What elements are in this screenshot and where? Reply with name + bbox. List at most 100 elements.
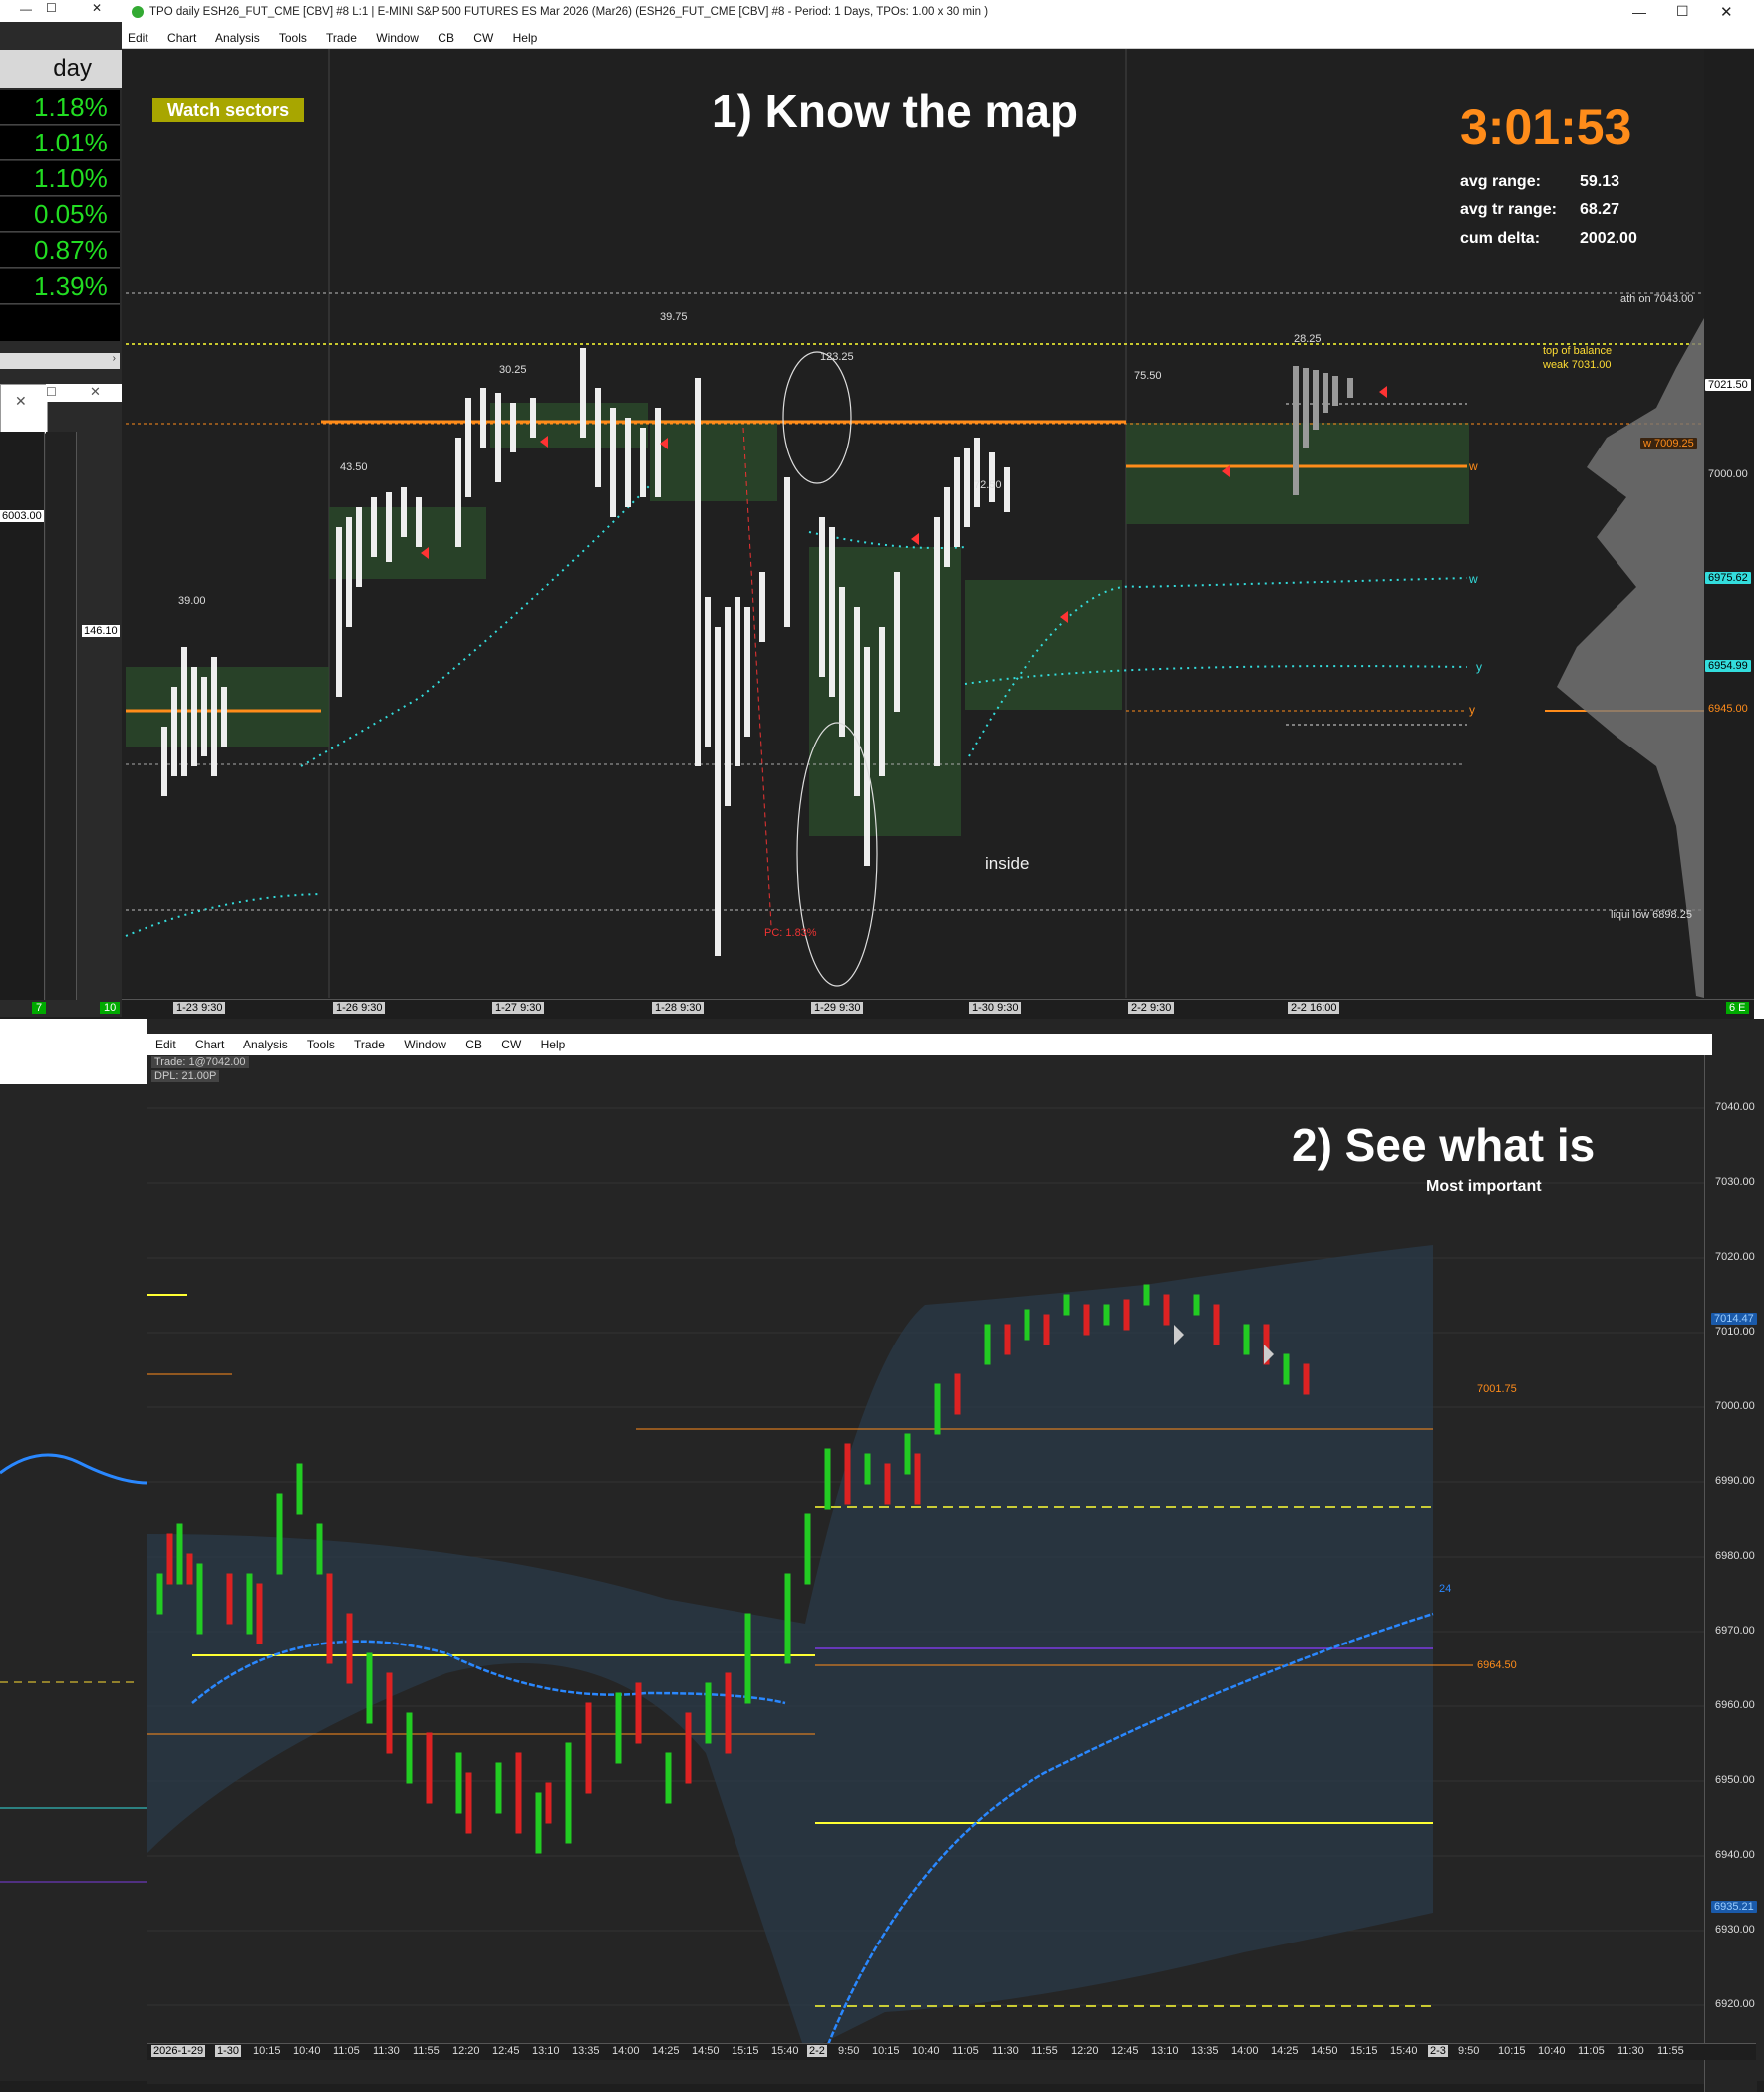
x-tick: 15:15 xyxy=(732,2045,759,2057)
price-label-6003: 6003.00 xyxy=(0,510,44,522)
stat-label: avg tr range: xyxy=(1460,201,1557,218)
x-tick: 12:20 xyxy=(1071,2045,1099,2057)
price-label-146: 146.10 xyxy=(82,625,120,637)
mini-titlebar: ☐ ✕ xyxy=(46,384,122,402)
tpo-menubar: Edit Chart Analysis Tools Trade Window C… xyxy=(122,27,1756,49)
menu-tools[interactable]: Tools xyxy=(279,31,307,45)
menu-analysis[interactable]: Analysis xyxy=(243,1038,288,1051)
stat-value: 59.13 xyxy=(1580,173,1620,190)
x-tick: 11:55 xyxy=(1657,2045,1684,2057)
menu-trade[interactable]: Trade xyxy=(354,1038,385,1051)
y-tick: 6960.00 xyxy=(1715,1699,1755,1711)
menu-chart[interactable]: Chart xyxy=(195,1038,224,1051)
x-tick: 15:40 xyxy=(1390,2045,1418,2057)
menu-edit[interactable]: Edit xyxy=(155,1038,176,1051)
countdown-timer: 3:01:53 xyxy=(1460,99,1632,154)
menu-cw[interactable]: CW xyxy=(501,1038,521,1051)
window-title: TPO daily ESH26_FUT_CME [CBV] #8 L:1 | E… xyxy=(149,6,989,18)
inside-label: inside xyxy=(985,854,1029,873)
maximize-icon[interactable]: ☐ xyxy=(46,1,57,15)
y-tick: 6920.00 xyxy=(1715,1998,1755,2010)
menu-tools[interactable]: Tools xyxy=(307,1038,335,1051)
candle-chart[interactable] xyxy=(147,1055,1704,2084)
liqui-low-label: liqui low 6898.25 xyxy=(1611,909,1692,921)
menu-window[interactable]: Window xyxy=(404,1038,446,1051)
mini-chart-2 xyxy=(46,432,77,1000)
menu-help[interactable]: Help xyxy=(541,1038,566,1051)
x-tick: 11:55 xyxy=(413,2045,440,2057)
date-label: 1-30 9:30 xyxy=(969,1002,1022,1014)
menu-window[interactable]: Window xyxy=(376,31,419,45)
range-label: 72.50 xyxy=(974,479,1002,491)
bottom-left-white xyxy=(0,1019,147,1084)
trade-info-2: DPL: 21.00P xyxy=(151,1070,220,1082)
stat-label: cum delta: xyxy=(1460,230,1541,247)
close-icon[interactable]: ✕ xyxy=(15,393,27,410)
y-tick: 6990.00 xyxy=(1715,1475,1755,1487)
close-icon[interactable]: ✕ xyxy=(1720,3,1733,21)
menu-edit[interactable]: Edit xyxy=(128,31,148,45)
pct-row: 1.10% xyxy=(0,161,120,196)
y-tick: 7020.00 xyxy=(1715,1251,1755,1263)
candle-window: Edit Chart Analysis Tools Trade Window C… xyxy=(147,1019,1764,2092)
menu-cw[interactable]: CW xyxy=(473,31,493,45)
scroll-arrow[interactable]: › xyxy=(0,353,120,369)
bottom-left-chart xyxy=(0,1084,148,2081)
y-tick: 6970.00 xyxy=(1715,1625,1755,1637)
menu-cb[interactable]: CB xyxy=(438,31,454,45)
menu-chart[interactable]: Chart xyxy=(167,31,196,45)
x-tick: 13:10 xyxy=(532,2045,560,2057)
x-tick: 10:15 xyxy=(253,2045,281,2057)
badge-6e: 6 E xyxy=(1726,1002,1749,1014)
menu-analysis[interactable]: Analysis xyxy=(215,31,260,45)
x-tick: 13:10 xyxy=(1151,2045,1179,2057)
minimize-icon[interactable]: — xyxy=(1632,4,1646,20)
pct-row: 1.39% xyxy=(0,269,120,304)
y-tick: 6930.00 xyxy=(1715,1924,1755,1936)
app-icon xyxy=(132,6,144,18)
candle-menubar: Edit Chart Analysis Tools Trade Window C… xyxy=(147,1034,1712,1055)
pct-row: 0.05% xyxy=(0,197,120,232)
x-tick: 2-3 xyxy=(1428,2045,1448,2057)
badge-7: 7 xyxy=(32,1002,47,1014)
x-tick: 1-30 xyxy=(215,2045,242,2057)
price-label: 7000.00 xyxy=(1708,468,1748,480)
x-tick: 11:05 xyxy=(1578,2045,1605,2057)
date-label: 1-29 9:30 xyxy=(811,1002,864,1014)
date-label: 1-28 9:30 xyxy=(652,1002,705,1014)
left-titlebar: — ☐ ✕ xyxy=(0,0,122,22)
date-label: 2-2 16:00 xyxy=(1288,1002,1340,1014)
x-tick: 11:05 xyxy=(333,2045,360,2057)
mini-window: ✕ xyxy=(0,384,48,434)
watch-sectors-badge[interactable]: Watch sectors xyxy=(152,98,304,122)
menu-cb[interactable]: CB xyxy=(465,1038,482,1051)
stat-value: 2002.00 xyxy=(1580,230,1637,247)
range-label: 28.25 xyxy=(1294,333,1322,345)
y-tick: 7040.00 xyxy=(1715,1101,1755,1113)
menu-help[interactable]: Help xyxy=(513,31,538,45)
x-tick: 2026-1-29 xyxy=(151,2045,206,2057)
x-tick: 14:50 xyxy=(692,2045,720,2057)
x-tick: 13:35 xyxy=(572,2045,600,2057)
pc-label: PC: 1.83% xyxy=(764,927,817,939)
stat-value: 68.27 xyxy=(1580,201,1620,218)
y-tick: 7000.00 xyxy=(1715,1400,1755,1412)
price-label: 6945.00 xyxy=(1708,703,1748,715)
menu-trade[interactable]: Trade xyxy=(326,31,357,45)
x-tick: 14:50 xyxy=(1311,2045,1338,2057)
maximize-icon[interactable]: ☐ xyxy=(46,385,57,399)
date-axis: 1-23 9:30 1-26 9:30 1-27 9:30 1-28 9:30 … xyxy=(122,999,1756,1018)
range-label: 43.50 xyxy=(340,461,368,473)
subheading: Most important xyxy=(1426,1178,1542,1195)
minimize-icon[interactable]: — xyxy=(20,2,32,16)
line-label: 7001.75 xyxy=(1477,1383,1517,1395)
price-axis xyxy=(1704,49,1754,998)
stat-label: avg range: xyxy=(1460,173,1541,190)
stats-block: avg range: 59.13 avg tr range: 68.27 cum d… xyxy=(1460,173,1637,258)
close-icon[interactable]: ✕ xyxy=(92,1,102,15)
price-box: 6935.21 xyxy=(1711,1901,1757,1913)
date-label: 1-23 9:30 xyxy=(173,1002,226,1014)
close-icon[interactable]: ✕ xyxy=(90,384,101,400)
maximize-icon[interactable]: ☐ xyxy=(1676,3,1689,20)
pct-row: 0.87% xyxy=(0,233,120,268)
